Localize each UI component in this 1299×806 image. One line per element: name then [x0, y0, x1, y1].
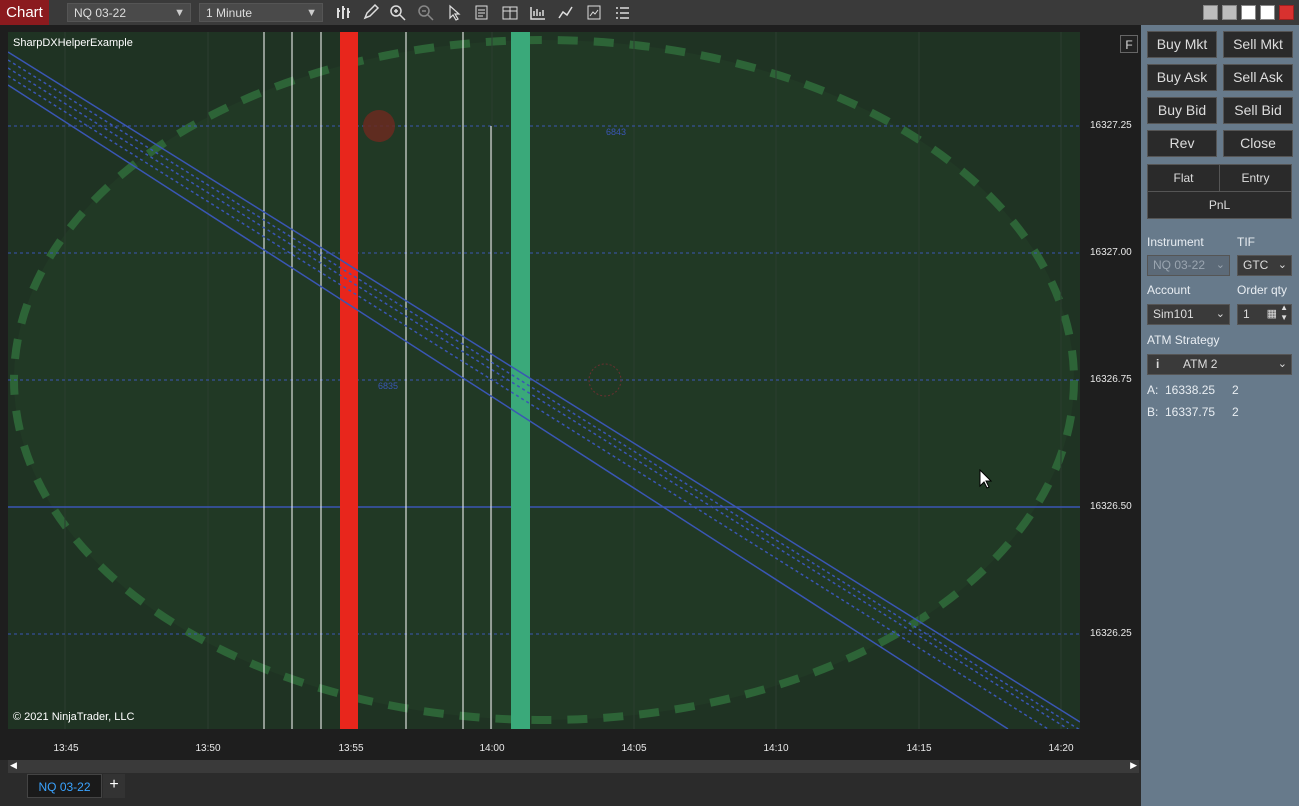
atm-strategy-select[interactable]: i ATM 2 ⌄	[1147, 354, 1292, 375]
indicator-label: SharpDXHelperExample	[13, 37, 133, 49]
price-axis-label: 16327.00	[1090, 247, 1132, 258]
atm-strategy-value: ATM 2	[1183, 357, 1218, 371]
price-axis-label: 16326.75	[1090, 374, 1132, 385]
info-icon[interactable]: i	[1156, 355, 1159, 374]
strategy-icon[interactable]	[556, 3, 576, 22]
time-axis-label: 14:05	[621, 743, 647, 754]
f-button[interactable]: F	[1120, 35, 1138, 53]
list-icon[interactable]	[612, 3, 632, 22]
order-qty-label: Order qty	[1237, 283, 1288, 297]
toolbar: Chart NQ 03-22 ▼ 1 Minute ▼	[0, 0, 1299, 25]
green-bar	[511, 32, 530, 729]
interval-selector[interactable]: 1 Minute ▼	[199, 3, 323, 22]
tab-bar	[0, 773, 1141, 806]
reverse-button[interactable]: Rev	[1147, 130, 1217, 157]
columns-icon[interactable]	[500, 3, 520, 22]
time-axis-label: 14:10	[763, 743, 789, 754]
bid-size: 2	[1232, 405, 1239, 419]
position-pnl: PnL	[1147, 191, 1292, 219]
sell-ask-button[interactable]: Sell Ask	[1223, 64, 1293, 91]
order-qty-stepper[interactable]: 1 ▦ ▲ ▼	[1237, 303, 1292, 325]
properties-icon[interactable]	[472, 3, 492, 22]
buy-ask-button[interactable]: Buy Ask	[1147, 64, 1217, 91]
price-axis-label: 16327.25	[1090, 120, 1132, 131]
instrument-selector[interactable]: NQ 03-22 ▼	[67, 3, 191, 22]
chevron-down-icon: ⌄	[1277, 358, 1287, 370]
instrument-label: Instrument	[1147, 235, 1204, 249]
time-axis-label: 13:50	[195, 743, 221, 754]
text-marker: 6843	[606, 127, 626, 137]
tif-select[interactable]: GTC ⌄	[1237, 255, 1292, 276]
copyright-text: © 2021 NinjaTrader, LLC	[13, 711, 135, 723]
price-axis-label: 16326.25	[1090, 628, 1132, 639]
maximize-icon[interactable]	[1260, 5, 1275, 20]
horizontal-scrollbar[interactable]: ◀ ▶	[8, 760, 1139, 773]
sell-mkt-button[interactable]: Sell Mkt	[1223, 31, 1293, 58]
scroll-right-icon[interactable]: ▶	[1130, 760, 1137, 771]
price-axis-label: 16326.50	[1090, 501, 1132, 512]
position-entry: Entry	[1219, 164, 1292, 192]
window-title[interactable]: Chart	[0, 0, 49, 25]
chevron-down-icon: ▼	[306, 7, 317, 19]
text-marker: 6835	[378, 381, 398, 391]
tile-icon[interactable]	[1222, 5, 1237, 20]
tif-label: TIF	[1237, 235, 1255, 249]
order-qty-value: 1	[1243, 307, 1250, 321]
ask-label: A:	[1147, 383, 1159, 397]
account-value: Sim101	[1153, 307, 1194, 321]
position-flat: Flat	[1147, 164, 1220, 192]
tif-value: GTC	[1243, 258, 1269, 272]
ask-price: 16338.25	[1165, 383, 1216, 397]
instrument-value: NQ 03-22	[74, 6, 127, 20]
chevron-down-icon: ⌄	[1215, 259, 1225, 271]
time-axis-label: 13:45	[53, 743, 79, 754]
minimize-icon[interactable]	[1241, 5, 1256, 20]
instrument-field-value: NQ 03-22	[1153, 258, 1206, 272]
ask-size: 2	[1232, 383, 1239, 397]
scroll-left-icon[interactable]: ◀	[10, 760, 17, 771]
chart-trader-panel: Buy Mkt Sell Mkt Buy Ask Sell Ask Buy Bi…	[1141, 25, 1299, 806]
time-axis-label: 13:55	[338, 743, 364, 754]
bid-label: B:	[1147, 405, 1159, 419]
chevron-down-icon: ⌄	[1277, 259, 1287, 271]
price-plot[interactable]: 6843 6835	[8, 32, 1080, 729]
buy-bid-button[interactable]: Buy Bid	[1147, 97, 1217, 124]
tab-nq-03-22[interactable]: NQ 03-22	[27, 774, 102, 798]
time-axis-label: 14:00	[479, 743, 505, 754]
mouse-cursor-icon	[979, 469, 993, 489]
add-tab-button[interactable]: +	[103, 774, 125, 798]
spinner-icon[interactable]: ▲ ▼	[1280, 303, 1288, 323]
chevron-down-icon: ▼	[174, 7, 185, 19]
calculator-icon[interactable]: ▦	[1267, 305, 1277, 324]
instrument-field: NQ 03-22 ⌄	[1147, 255, 1230, 276]
restore-icon[interactable]	[1203, 5, 1218, 20]
close-position-button[interactable]: Close	[1223, 130, 1293, 157]
interval-value: 1 Minute	[206, 6, 253, 20]
pencil-icon[interactable]	[361, 3, 381, 22]
chart-trader-icon[interactable]	[528, 3, 548, 22]
bid-price: 16337.75	[1165, 405, 1216, 419]
sell-bid-button[interactable]: Sell Bid	[1223, 97, 1293, 124]
red-bar	[340, 32, 358, 729]
time-axis-label: 14:15	[906, 743, 932, 754]
atm-strategy-label: ATM Strategy	[1147, 333, 1220, 347]
buy-mkt-button[interactable]: Buy Mkt	[1147, 31, 1217, 58]
time-axis-label: 14:20	[1048, 743, 1074, 754]
chevron-down-icon: ⌄	[1215, 308, 1225, 320]
account-select[interactable]: Sim101 ⌄	[1147, 304, 1230, 325]
pointer-icon[interactable]	[444, 3, 464, 22]
zoom-in-icon[interactable]	[388, 3, 408, 22]
close-icon[interactable]	[1279, 5, 1294, 20]
data-box-icon[interactable]	[584, 3, 604, 22]
filled-circle-marker	[363, 110, 395, 142]
bar-chart-icon[interactable]	[334, 3, 354, 22]
zoom-out-icon[interactable]	[416, 3, 436, 22]
account-label: Account	[1147, 283, 1191, 297]
